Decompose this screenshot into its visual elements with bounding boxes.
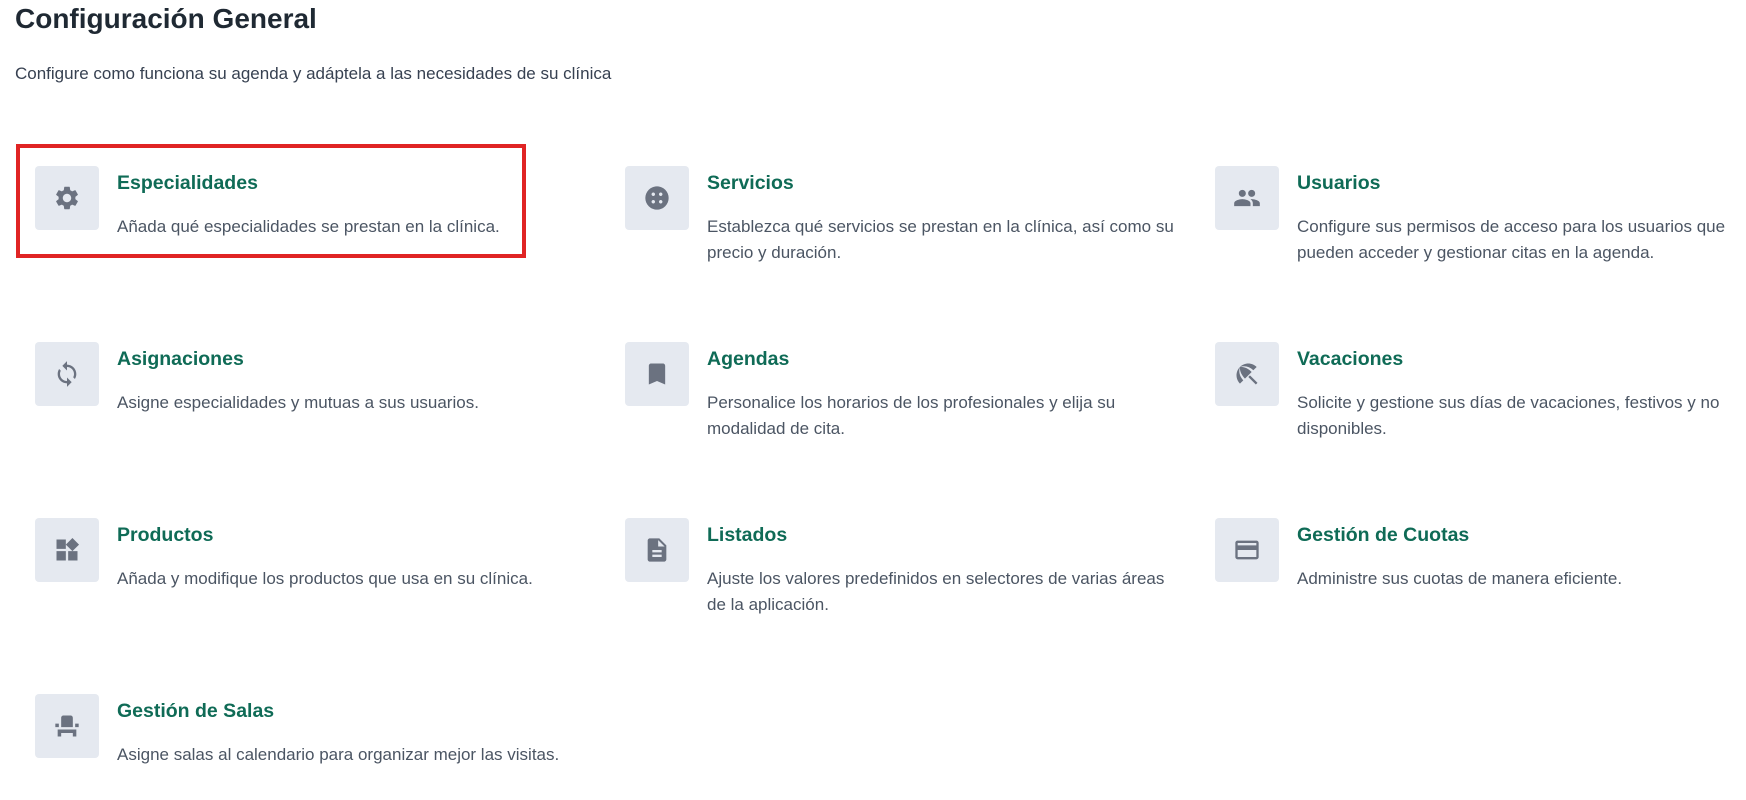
card-description: Añada y modifique los productos que usa … bbox=[117, 569, 533, 588]
card-title: Productos bbox=[117, 524, 214, 546]
card-description: Configure sus permisos de acceso para lo… bbox=[1297, 217, 1726, 262]
credit-card-icon bbox=[1215, 518, 1279, 582]
card-agendas[interactable]: Agendas Personalice los horarios de los … bbox=[625, 342, 1185, 462]
services-icon bbox=[625, 166, 689, 230]
card-description: Asigne salas al calendario para organiza… bbox=[117, 745, 560, 764]
card-title: Listados bbox=[707, 524, 788, 546]
card-description: Establezca qué servicios se prestan en l… bbox=[707, 217, 1174, 262]
card-especialidades[interactable]: Especialidades Añada qué especialidades … bbox=[35, 166, 595, 286]
card-vacaciones[interactable]: Vacaciones Solicite y gestione sus días … bbox=[1215, 342, 1746, 462]
card-title: Vacaciones bbox=[1297, 348, 1404, 370]
card-title: Asignaciones bbox=[117, 348, 244, 370]
gear-icon bbox=[35, 166, 99, 230]
card-title: Agendas bbox=[707, 348, 790, 370]
card-title: Gestión de Cuotas bbox=[1297, 524, 1470, 546]
settings-cards-grid: Especialidades Añada qué especialidades … bbox=[0, 0, 1746, 800]
document-icon bbox=[625, 518, 689, 582]
settings-page: Configuración General Configure como fun… bbox=[0, 0, 1746, 800]
users-icon bbox=[1215, 166, 1279, 230]
beach-umbrella-icon bbox=[1215, 342, 1279, 406]
card-listados[interactable]: Listados Ajuste los valores predefinidos… bbox=[625, 518, 1185, 638]
card-asignaciones[interactable]: Asignaciones Asigne especialidades y mut… bbox=[35, 342, 595, 462]
card-servicios[interactable]: Servicios Establezca qué servicios se pr… bbox=[625, 166, 1185, 286]
card-title: Servicios bbox=[707, 172, 794, 194]
card-description: Administre sus cuotas de manera eficient… bbox=[1297, 569, 1623, 588]
bookmark-icon bbox=[625, 342, 689, 406]
card-description: Ajuste los valores predefinidos en selec… bbox=[707, 569, 1165, 614]
sync-icon bbox=[35, 342, 99, 406]
card-description: Personalice los horarios de los profesio… bbox=[707, 393, 1116, 438]
card-title: Gestión de Salas bbox=[117, 700, 275, 722]
card-title: Usuarios bbox=[1297, 172, 1381, 194]
card-title: Especialidades bbox=[117, 172, 258, 194]
card-cuotas[interactable]: Gestión de Cuotas Administre sus cuotas … bbox=[1215, 518, 1746, 638]
card-description: Asigne especialidades y mutuas a sus usu… bbox=[117, 393, 479, 412]
card-productos[interactable]: Productos Añada y modifique los producto… bbox=[35, 518, 595, 638]
card-description: Añada qué especialidades se prestan en l… bbox=[117, 217, 500, 236]
widgets-icon bbox=[35, 518, 99, 582]
card-salas[interactable]: Gestión de Salas Asigne salas al calenda… bbox=[35, 694, 595, 800]
chair-icon bbox=[35, 694, 99, 758]
card-usuarios[interactable]: Usuarios Configure sus permisos de acces… bbox=[1215, 166, 1746, 286]
card-description: Solicite y gestione sus días de vacacion… bbox=[1297, 393, 1720, 438]
